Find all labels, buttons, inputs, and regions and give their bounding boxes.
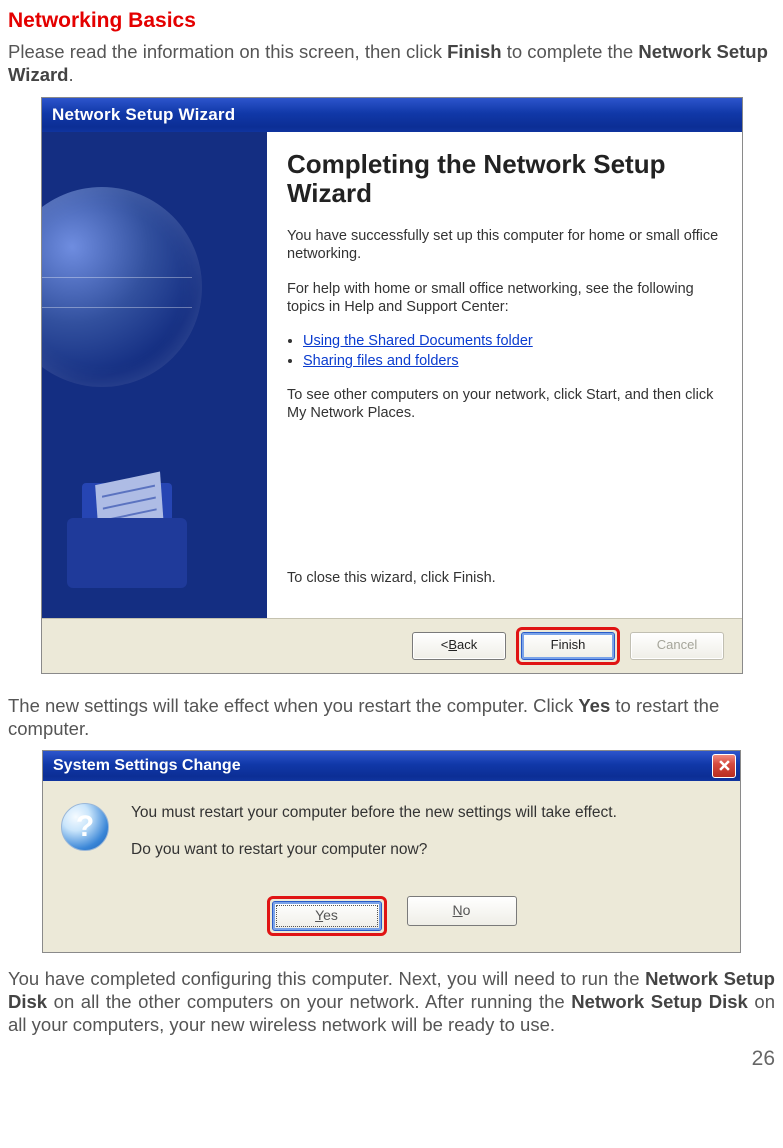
dialog-body: ? You must restart your computer before … xyxy=(43,781,740,892)
closing-paragraph: You have completed configuring this comp… xyxy=(8,967,775,1036)
text: ack xyxy=(457,637,477,653)
wizard-window: Network Setup Wizard Completing the Netw… xyxy=(41,97,743,674)
wizard-button-bar: < Back Finish Cancel xyxy=(42,618,742,673)
dialog-line-1: You must restart your computer before th… xyxy=(131,803,617,822)
question-icon: ? xyxy=(61,803,109,851)
yes-button-highlight: Yes xyxy=(267,896,387,936)
dialog-button-row: Yes No xyxy=(43,892,740,952)
wizard-paragraph-3: To see other computers on your network, … xyxy=(287,386,724,422)
yes-button[interactable]: Yes xyxy=(272,901,382,931)
dialog-text: You must restart your computer before th… xyxy=(131,803,617,878)
wizard-titlebar: Network Setup Wizard xyxy=(42,98,742,132)
dialog-titlebar-text: System Settings Change xyxy=(53,756,241,776)
text: You have completed configuring this comp… xyxy=(8,968,645,989)
page-number: 26 xyxy=(8,1046,775,1072)
text: on all the other computers on your netwo… xyxy=(47,991,571,1012)
finish-button[interactable]: Finish xyxy=(521,632,615,660)
globe-graphic xyxy=(42,187,202,387)
list-item: Using the Shared Documents folder xyxy=(303,332,724,350)
list-item: Sharing files and folders xyxy=(303,352,724,370)
cancel-button: Cancel xyxy=(630,632,724,660)
wizard-content: Completing the Network Setup Wizard You … xyxy=(267,132,742,618)
back-button[interactable]: < Back xyxy=(412,632,506,660)
close-button[interactable] xyxy=(712,754,736,778)
text: B xyxy=(448,637,457,653)
link-sharing-files[interactable]: Sharing files and folders xyxy=(303,353,459,369)
text: es xyxy=(323,907,338,923)
wizard-sidebar-graphic xyxy=(42,132,267,618)
wizard-client-area: Completing the Network Setup Wizard You … xyxy=(42,132,742,618)
printer-graphic xyxy=(57,458,207,588)
text: The new settings will take effect when y… xyxy=(8,695,578,716)
wizard-close-text: To close this wizard, click Finish. xyxy=(287,569,496,587)
text: Finish xyxy=(551,637,586,653)
text: Cancel xyxy=(657,637,697,653)
text: Please read the information on this scre… xyxy=(8,41,447,62)
intro-paragraph: Please read the information on this scre… xyxy=(8,40,775,86)
dialog-window: System Settings Change ? You must restar… xyxy=(42,750,741,953)
wizard-titlebar-text: Network Setup Wizard xyxy=(52,104,235,125)
wizard-link-list: Using the Shared Documents folder Sharin… xyxy=(287,332,724,370)
text: N xyxy=(453,902,463,918)
text: Y xyxy=(315,907,323,923)
wizard-heading: Completing the Network Setup Wizard xyxy=(287,150,724,210)
text: < xyxy=(441,637,449,653)
bold-yes: Yes xyxy=(578,695,610,716)
bold-finish: Finish xyxy=(447,41,501,62)
text: o xyxy=(463,902,471,918)
middle-paragraph: The new settings will take effect when y… xyxy=(8,694,775,740)
finish-button-highlight: Finish xyxy=(516,627,620,665)
wizard-paragraph-2: For help with home or small office netwo… xyxy=(287,280,724,316)
bold-setup-disk-2: Network Setup Disk xyxy=(571,991,748,1012)
text: . xyxy=(68,64,73,85)
dialog-titlebar: System Settings Change xyxy=(43,751,740,781)
no-button[interactable]: No xyxy=(407,896,517,926)
close-icon xyxy=(719,760,730,771)
link-shared-documents[interactable]: Using the Shared Documents folder xyxy=(303,333,533,349)
wizard-paragraph-1: You have successfully set up this comput… xyxy=(287,227,724,263)
dialog-line-2: Do you want to restart your computer now… xyxy=(131,840,617,859)
section-heading: Networking Basics xyxy=(8,8,775,34)
text: to complete the xyxy=(502,41,639,62)
